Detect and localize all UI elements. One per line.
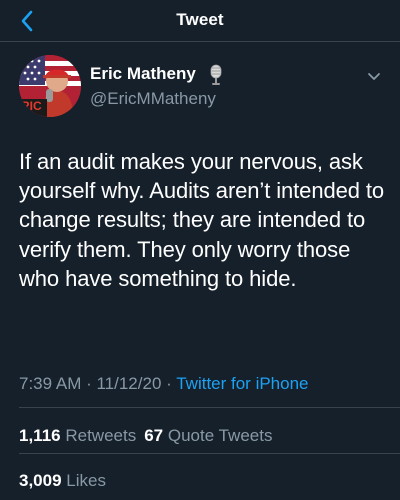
likes-stat[interactable]: 3,009 Likes bbox=[19, 471, 106, 490]
likes-label: Likes bbox=[66, 471, 106, 490]
meta-separator: · bbox=[81, 374, 97, 393]
tweet-text: If an audit makes your nervous, ask your… bbox=[19, 149, 385, 291]
quote-tweets-label: Quote Tweets bbox=[167, 426, 273, 445]
likes-stats: 3,009 Likes bbox=[19, 471, 106, 491]
avatar-logo-text: RIC bbox=[21, 99, 42, 113]
tweet-source-link[interactable]: Twitter for iPhone bbox=[176, 374, 308, 393]
tweet-date: 11/12/20 bbox=[96, 374, 162, 393]
tweet-author: RIC Eric Matheny @EricMMatheny bbox=[0, 52, 400, 120]
meta-separator: · bbox=[161, 374, 177, 393]
author-name[interactable]: Eric Matheny bbox=[90, 64, 196, 84]
divider bbox=[19, 407, 400, 408]
top-nav-bar: Tweet bbox=[0, 0, 400, 42]
divider bbox=[19, 453, 400, 454]
tweet-detail-screen: Tweet RIC Eric Matheny @EricMMatheny If … bbox=[0, 0, 400, 500]
chevron-down-icon bbox=[368, 73, 380, 80]
more-options-button[interactable] bbox=[362, 65, 386, 89]
engagement-stats: 1,116 Retweets 67 Quote Tweets bbox=[19, 426, 272, 446]
quote-tweets-stat[interactable]: 67 Quote Tweets bbox=[144, 426, 272, 445]
likes-count: 3,009 bbox=[19, 471, 62, 490]
page-title: Tweet bbox=[176, 10, 224, 29]
retweets-label: Retweets bbox=[65, 426, 137, 445]
retweets-count: 1,116 bbox=[19, 426, 61, 445]
tweet-meta: 7:39 AM · 11/12/20 · Twitter for iPhone bbox=[19, 374, 309, 394]
retweets-stat[interactable]: 1,116 Retweets bbox=[19, 426, 136, 445]
tweet-time: 7:39 AM bbox=[19, 374, 82, 393]
microphone-icon bbox=[210, 64, 222, 85]
author-handle[interactable]: @EricMMatheny bbox=[90, 89, 216, 109]
quote-tweets-count: 67 bbox=[144, 426, 164, 445]
avatar[interactable]: RIC bbox=[19, 55, 81, 117]
